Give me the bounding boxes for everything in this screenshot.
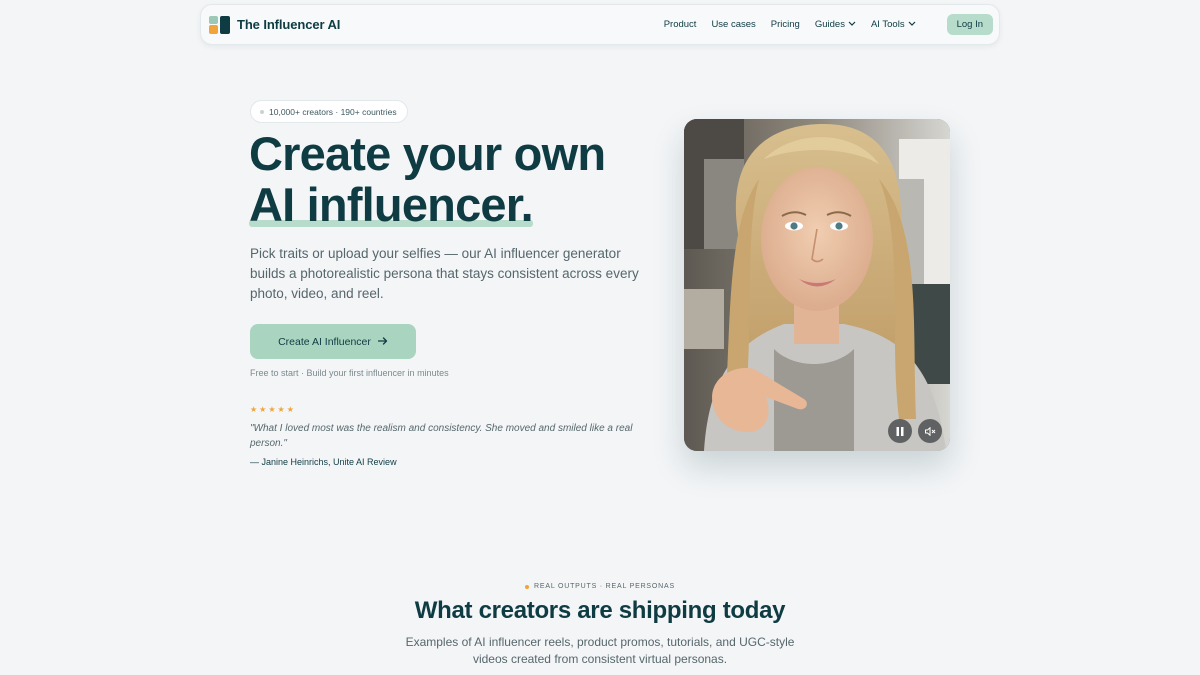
star-icon: ★ xyxy=(268,405,276,414)
nav-link-pricing[interactable]: Pricing xyxy=(771,19,800,30)
section-title: What creators are shipping today xyxy=(414,597,786,624)
hero-subtext: Pick traits or upload your selfies — our… xyxy=(250,246,639,301)
social-proof-badge: 10,000+ creators · 190+ countries xyxy=(250,100,408,123)
star-icon: ★ xyxy=(286,405,294,414)
nav-link-label: Product xyxy=(663,19,697,30)
video-frame-illustration xyxy=(684,119,950,451)
brand-name: The Influencer AI xyxy=(237,17,341,32)
headline-line-2-wrap: AI influencer. xyxy=(249,178,534,231)
badge-text: 10,000+ creators · 190+ countries xyxy=(269,106,397,117)
brand-logo[interactable]: The Influencer AI xyxy=(209,15,341,34)
logo-mark-icon xyxy=(209,15,231,34)
cta-label: Create AI Influencer xyxy=(278,335,371,348)
headline-line-1: Create your own xyxy=(249,127,606,180)
mute-button[interactable] xyxy=(918,419,942,443)
testimonial-quote: "What I loved most was the realism and c… xyxy=(250,423,633,449)
nav-link-label: Guides xyxy=(814,19,845,30)
nav-link-product[interactable]: Product xyxy=(664,19,697,30)
eyebrow-dot-icon xyxy=(525,584,530,589)
nav-links: Product Use cases Pricing Guides AI Tool… xyxy=(664,14,993,35)
badge-dot-icon xyxy=(260,109,264,114)
create-ai-influencer-button[interactable]: Create AI Influencer xyxy=(250,324,416,359)
nav-link-label: Pricing xyxy=(770,19,800,30)
volume-mute-icon xyxy=(924,426,936,436)
cta-note: Free to start · Build your first influen… xyxy=(250,368,449,378)
section-eyebrow: REAL OUTPUTS · REAL PERSONAS xyxy=(0,583,1200,590)
star-icon: ★ xyxy=(250,405,258,414)
hero-video[interactable] xyxy=(684,119,950,451)
star-icon: ★ xyxy=(277,405,285,414)
nav-link-label: AI Tools xyxy=(870,19,905,30)
nav-link-label: Use cases xyxy=(711,19,756,30)
chevron-down-icon xyxy=(848,21,856,28)
login-button[interactable]: Log In xyxy=(946,14,993,35)
section-subtitle: Examples of AI influencer reels, product… xyxy=(405,635,795,666)
top-navbar: The Influencer AI Product Use cases Pric… xyxy=(200,4,1000,45)
hero-headline: Create your own AI influencer. xyxy=(249,128,669,230)
testimonial-author: — Janine Heinrichs, Unite AI Review xyxy=(250,457,397,467)
arrow-right-icon xyxy=(377,336,388,348)
headline-line-2: AI influencer. xyxy=(249,178,534,231)
nav-link-guides[interactable]: Guides xyxy=(815,19,856,30)
chevron-down-icon xyxy=(908,21,916,28)
star-icon: ★ xyxy=(259,405,267,414)
eyebrow-text: REAL OUTPUTS · REAL PERSONAS xyxy=(534,583,675,590)
pause-button[interactable] xyxy=(888,419,912,443)
nav-link-ai-tools[interactable]: AI Tools xyxy=(871,19,916,30)
rating-stars: ★ ★ ★ ★ ★ xyxy=(250,405,294,414)
nav-link-use-cases[interactable]: Use cases xyxy=(711,19,755,30)
pause-icon xyxy=(896,426,904,436)
